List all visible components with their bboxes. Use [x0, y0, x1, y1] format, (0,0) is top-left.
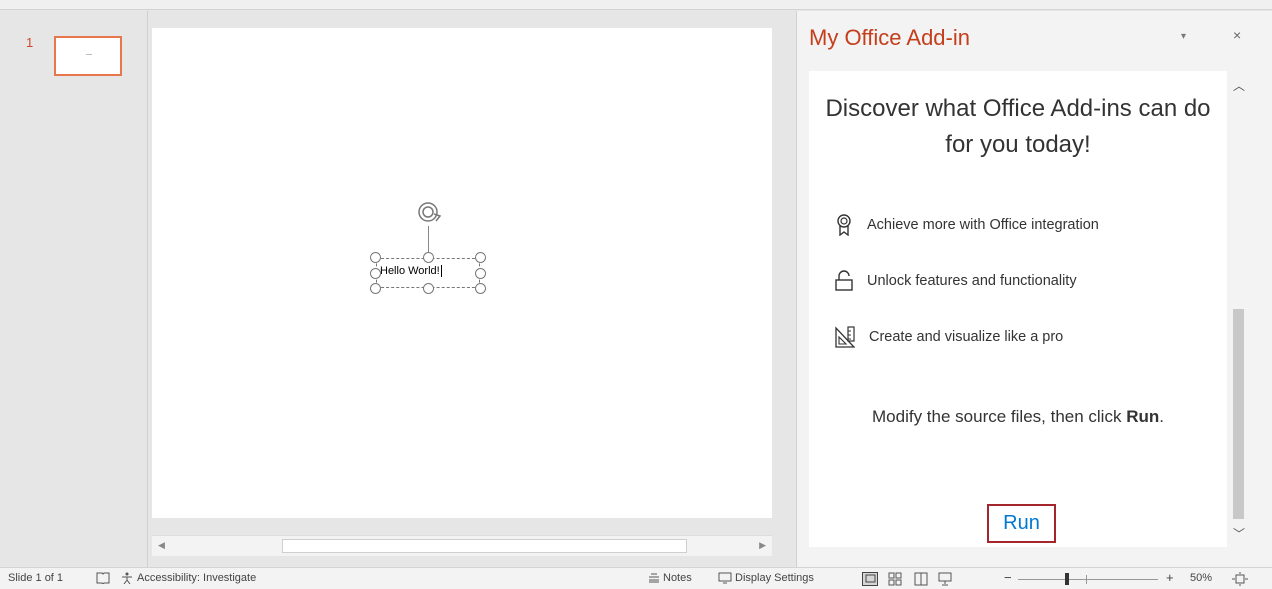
slide-thumbnail-pane: 1: [0, 11, 148, 567]
rotate-handle-connector: [428, 226, 429, 254]
spell-check-icon[interactable]: [96, 572, 113, 584]
window-top-strip: [0, 0, 1272, 10]
fit-slide-icon[interactable]: [1232, 572, 1251, 586]
feature-label: Create and visualize like a pro: [869, 329, 1064, 345]
scroll-up-icon[interactable]: ︿: [1233, 77, 1245, 94]
display-settings-label: Display Settings: [735, 572, 814, 584]
run-button[interactable]: Run: [987, 504, 1056, 543]
slide-sorter-icon[interactable]: [888, 572, 905, 586]
add-in-task-pane: My Office Add-in ▾ × Discover what Offic…: [796, 11, 1272, 567]
zoom-out-button[interactable]: −: [1004, 570, 1012, 585]
task-pane-heading: Discover what Office Add-ins can do for …: [825, 95, 1211, 158]
feature-item-integration: Achieve more with Office integration: [835, 214, 1099, 236]
normal-view-icon[interactable]: [862, 572, 881, 586]
accessibility-status[interactable]: Accessibility: Investigate: [120, 572, 256, 584]
scroll-left-icon[interactable]: ◀: [158, 540, 165, 551]
accessibility-label: Accessibility: Investigate: [137, 572, 257, 584]
resize-handle-top-left[interactable]: [370, 252, 381, 263]
design-ideas-icon: [835, 326, 855, 348]
notes-button[interactable]: Notes: [648, 572, 692, 584]
zoom-level[interactable]: 50%: [1190, 572, 1212, 584]
resize-handle-bottom-right[interactable]: [475, 283, 486, 294]
display-settings-icon: [718, 572, 732, 584]
accessibility-icon: [122, 572, 132, 584]
feature-item-unlock: Unlock features and functionality: [835, 270, 1077, 292]
vertical-scroll-thumb[interactable]: [1233, 309, 1244, 519]
resize-handle-top[interactable]: [423, 252, 434, 263]
task-pane-close-icon[interactable]: ×: [1233, 27, 1241, 43]
resize-handle-bottom[interactable]: [423, 283, 434, 294]
rotate-handle-icon[interactable]: [416, 200, 442, 226]
zoom-in-button[interactable]: +: [1166, 570, 1174, 585]
resize-handle-bottom-left[interactable]: [370, 283, 381, 294]
unlock-icon: [835, 270, 853, 291]
zoom-slider-midmark: [1086, 575, 1087, 584]
feature-label: Achieve more with Office integration: [867, 217, 1099, 233]
ribbon-icon: [837, 214, 851, 236]
feature-label: Unlock features and functionality: [867, 273, 1077, 289]
slide-count: Slide 1 of 1: [8, 572, 64, 584]
slide-canvas[interactable]: Hello World!: [152, 28, 772, 518]
scroll-down-icon[interactable]: ﹀: [1233, 525, 1245, 542]
notes-icon: [649, 573, 659, 583]
notes-label: Notes: [663, 572, 692, 584]
scroll-right-icon[interactable]: ▶: [759, 540, 766, 551]
resize-handle-right[interactable]: [475, 268, 486, 279]
slide-editing-area: Hello World! ◀ ▶: [149, 11, 795, 567]
run-instruction: Modify the source files, then click Run.: [872, 407, 1164, 426]
task-pane-title: My Office Add-in: [809, 25, 970, 50]
task-pane-content: Discover what Office Add-ins can do for …: [809, 71, 1227, 547]
resize-handle-top-right[interactable]: [475, 252, 486, 263]
horizontal-scroll-thumb[interactable]: [282, 539, 687, 553]
status-bar: Slide 1 of 1 Accessibility: Investigate …: [0, 567, 1272, 589]
resize-handle-left[interactable]: [370, 268, 381, 279]
horizontal-scrollbar[interactable]: ◀ ▶: [152, 535, 772, 556]
display-settings-button[interactable]: Display Settings: [718, 572, 814, 584]
zoom-slider-knob[interactable]: [1065, 573, 1069, 585]
task-pane-scrollbar[interactable]: ︿ ﹀: [1229, 71, 1249, 547]
zoom-slider-track[interactable]: [1018, 579, 1158, 580]
task-pane-options-icon[interactable]: ▾: [1181, 31, 1186, 42]
slide-thumbnail[interactable]: [54, 36, 122, 76]
slide-show-icon[interactable]: [938, 572, 955, 586]
thumbnail-text-preview: [86, 54, 92, 55]
feature-item-visualize: Create and visualize like a pro: [835, 326, 1063, 348]
reading-view-icon[interactable]: [914, 572, 931, 586]
textbox-text[interactable]: Hello World!: [380, 265, 442, 278]
slide-number: 1: [26, 35, 34, 50]
